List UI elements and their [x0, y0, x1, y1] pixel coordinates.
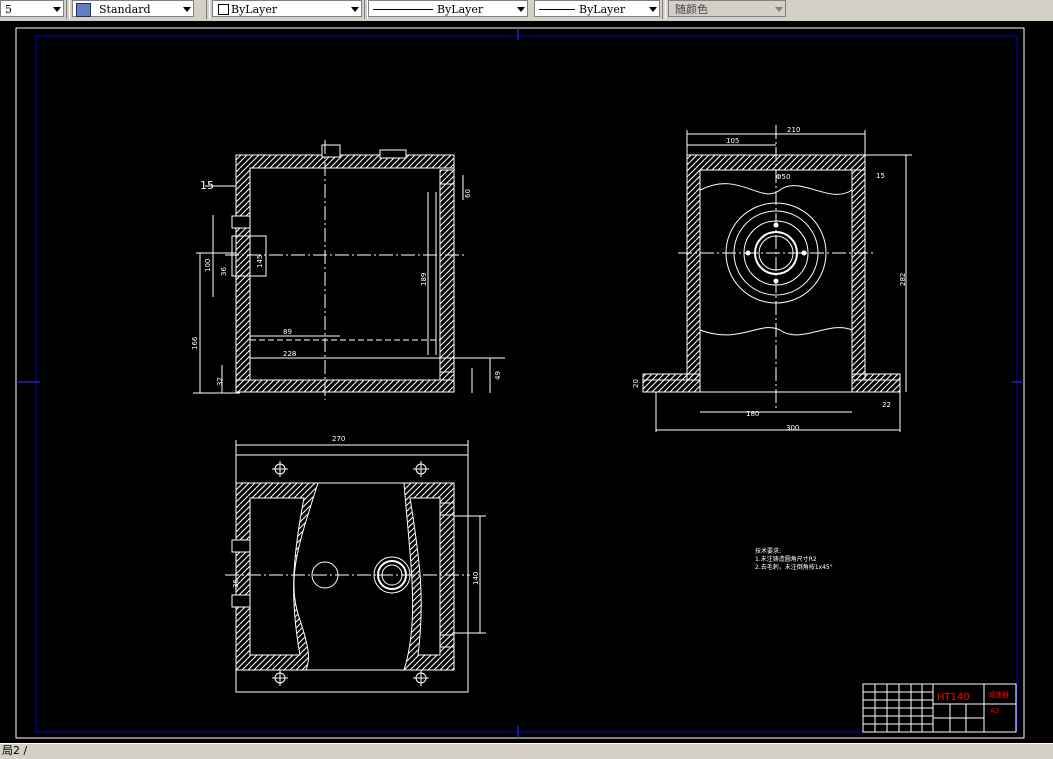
dim-front-166: 166 — [191, 336, 199, 350]
layout-tab-bar: 局2 / — [0, 743, 1053, 759]
drawing-canvas[interactable]: 15 100 36 145 166 89 228 32 49 189 60 21… — [0, 21, 1053, 743]
leading-value: 5 — [5, 3, 12, 16]
dim-front-145: 145 — [256, 255, 264, 268]
dim-top-270: 270 — [332, 435, 345, 443]
chevron-down-icon — [53, 7, 61, 12]
dim-front-100: 100 — [204, 259, 212, 272]
toolbar-separator — [206, 0, 210, 19]
dim-front-228: 228 — [283, 350, 296, 358]
dim-front-60: 60 — [464, 189, 472, 198]
dim-side-phi50: Φ50 — [776, 173, 790, 181]
dim-front-15: 15 — [200, 179, 214, 192]
linetype-value: ByLayer — [437, 3, 484, 16]
toolbar-separator — [66, 0, 70, 19]
chevron-down-icon — [517, 7, 525, 12]
dim-side-20: 20 — [632, 379, 640, 388]
top-section-view — [225, 440, 486, 693]
layout-tab[interactable]: 局2 / — [0, 744, 27, 758]
front-section-view — [193, 140, 505, 400]
title-material: HT140 — [937, 692, 970, 703]
title-name: 减速器 — [988, 690, 1009, 699]
dim-side-300: 300 — [786, 424, 799, 432]
linetype-combo[interactable]: ByLayer — [368, 0, 528, 17]
note-2: 2.去毛刺，未注倒角按1x45° — [755, 563, 833, 571]
lineweight-swatch-icon — [539, 9, 575, 10]
chevron-down-icon — [183, 7, 191, 12]
chevron-down-icon — [775, 7, 783, 12]
dim-side-15: 15 — [876, 172, 885, 180]
text-style-combo[interactable]: Standard — [72, 0, 194, 17]
note-1: 1.未注铸造圆角尺寸R2 — [755, 555, 817, 563]
title-block-text: HT140 减速器 A3 — [937, 690, 1009, 715]
text-style-value: Standard — [99, 3, 151, 16]
color-combo[interactable]: ByLayer — [212, 0, 362, 17]
linetype-swatch-icon — [373, 9, 433, 10]
title-sheet: A3 — [990, 707, 999, 715]
dim-side-105: 105 — [726, 137, 739, 145]
side-section-view — [642, 125, 912, 432]
chevron-down-icon — [351, 7, 359, 12]
dim-front-49: 49 — [494, 371, 502, 380]
dim-front-89: 89 — [283, 328, 292, 336]
dim-side-180: 180 — [746, 410, 759, 418]
dim-top-36: 36 — [232, 579, 240, 588]
properties-toolbar: 5 Standard ByLayer ByLayer ByLayer 随颜色 — [0, 0, 1053, 22]
chevron-down-icon — [649, 7, 657, 12]
toolbar-separator — [662, 0, 666, 19]
dim-side-210: 210 — [787, 126, 800, 134]
dim-front-189: 189 — [420, 273, 428, 286]
notes-title: 技术要求: — [755, 547, 781, 555]
dim-side-282: 282 — [899, 273, 907, 286]
text-style-icon — [76, 3, 91, 17]
lineweight-value: ByLayer — [579, 3, 626, 16]
dim-front-32: 32 — [216, 377, 224, 386]
dim-front-36: 36 — [220, 267, 228, 276]
leading-combo[interactable]: 5 — [0, 0, 64, 17]
dim-side-22: 22 — [882, 401, 891, 409]
technical-notes: 技术要求: 1.未注铸造圆角尺寸R2 2.去毛刺，未注倒角按1x45° — [755, 547, 833, 571]
dim-top-140: 140 — [472, 572, 480, 585]
lineweight-combo[interactable]: ByLayer — [534, 0, 660, 17]
color-swatch-icon — [218, 4, 229, 15]
plot-style-value: 随颜色 — [675, 3, 708, 16]
plot-style-combo[interactable]: 随颜色 — [668, 0, 786, 17]
color-value: ByLayer — [231, 3, 278, 16]
